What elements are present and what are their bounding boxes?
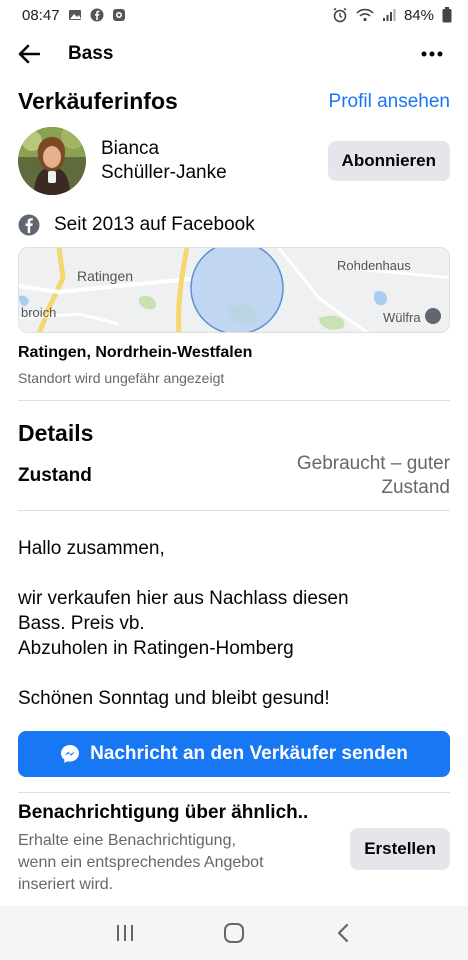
messenger-icon bbox=[112, 8, 126, 22]
recent-apps-button[interactable] bbox=[105, 913, 145, 953]
seller-avatar[interactable] bbox=[18, 127, 86, 195]
description-line: Schönen Sonntag und bleibt gesund! bbox=[18, 688, 330, 709]
chevron-left-icon bbox=[338, 923, 349, 943]
home-button[interactable] bbox=[214, 913, 254, 953]
map-label-wuelfrath: Wülfra bbox=[383, 310, 421, 325]
more-horizontal-icon bbox=[421, 51, 443, 57]
status-left: 08:47 bbox=[22, 7, 126, 24]
condition-value: Gebraucht – guter Zustand bbox=[250, 452, 450, 500]
facebook-icon bbox=[18, 214, 40, 236]
more-options-button[interactable] bbox=[414, 36, 450, 72]
notification-title: Benachrichtigung über ähnlich.. bbox=[18, 802, 309, 823]
details-title: Details bbox=[18, 420, 94, 446]
seller-section-header: Verkäuferinfos Profil ansehen bbox=[18, 88, 450, 115]
seller-last-name: Schüller-Janke bbox=[101, 162, 227, 183]
seller-section-title: Verkäuferinfos bbox=[18, 88, 178, 114]
map-label-ratingen: Ratingen bbox=[77, 268, 134, 284]
back-button[interactable] bbox=[18, 36, 54, 72]
view-profile-link[interactable]: Profil ansehen bbox=[329, 91, 450, 113]
divider bbox=[18, 792, 450, 793]
condition-value-line2: Zustand bbox=[381, 477, 450, 498]
battery-percent: 84% bbox=[403, 6, 434, 24]
status-time: 08:47 bbox=[22, 6, 60, 24]
notification-text-line: inseriert wird. bbox=[18, 876, 114, 893]
location-note: Standort wird ungefähr angezeigt bbox=[18, 370, 225, 386]
subscribe-button[interactable]: Abonnieren bbox=[327, 141, 450, 181]
arrow-left-icon bbox=[18, 44, 40, 64]
messenger-icon bbox=[61, 745, 80, 763]
seller-row: Bianca Schüller-Janke Abonnieren bbox=[18, 126, 450, 196]
gallery-icon bbox=[68, 8, 82, 22]
notification-text: Erhalte eine Benachrichtigung, wenn ein … bbox=[18, 830, 328, 896]
app-bar: Bass bbox=[0, 32, 468, 76]
create-alert-button[interactable]: Erstellen bbox=[350, 828, 450, 870]
description-line: wir verkaufen hier aus Nachlass diesen bbox=[18, 588, 349, 609]
facebook-icon bbox=[90, 8, 104, 22]
message-seller-label: Nachricht an den Verkäufer senden bbox=[90, 743, 408, 764]
condition-label: Zustand bbox=[18, 465, 92, 486]
divider bbox=[18, 510, 450, 511]
seller-name[interactable]: Bianca Schüller-Janke bbox=[101, 137, 328, 185]
condition-value-line1: Gebraucht – guter bbox=[296, 453, 450, 474]
condition-row: Zustand Gebraucht – guter Zustand bbox=[18, 452, 450, 500]
home-icon bbox=[223, 923, 244, 943]
status-right: 84% bbox=[332, 7, 452, 24]
seller-first-name: Bianca bbox=[101, 138, 160, 159]
alarm-icon bbox=[332, 7, 348, 23]
map-label-broich: broich bbox=[21, 305, 57, 320]
notification-text-line: wenn ein entsprechendes Angebot bbox=[18, 854, 264, 871]
description-line: Hallo zusammen, bbox=[18, 538, 165, 559]
back-nav-button[interactable] bbox=[323, 913, 363, 953]
wifi-icon bbox=[356, 8, 374, 22]
status-bar: 08:47 84% bbox=[0, 0, 468, 30]
recent-apps-icon bbox=[116, 925, 133, 941]
system-nav-bar bbox=[0, 906, 468, 960]
divider bbox=[18, 400, 450, 401]
signal-icon bbox=[382, 8, 396, 22]
facebook-since-row: Seit 2013 auf Facebook bbox=[18, 210, 450, 240]
facebook-since-text: Seit 2013 auf Facebook bbox=[54, 214, 255, 235]
description-line: Bass. Preis vb. bbox=[18, 613, 145, 634]
page-title: Bass bbox=[68, 43, 114, 64]
location-name: Ratingen, Nordrhein-Westfalen bbox=[18, 344, 253, 361]
notification-text-line: Erhalte eine Benachrichtigung, bbox=[18, 832, 236, 849]
message-seller-button[interactable]: Nachricht an den Verkäufer senden bbox=[18, 731, 450, 777]
listing-description: Hallo zusammen, wir verkaufen hier aus N… bbox=[18, 536, 450, 711]
battery-icon bbox=[442, 7, 452, 23]
description-line: Abzuholen in Ratingen-Homberg bbox=[18, 638, 294, 659]
location-map[interactable]: Ratingen Rohdenhaus broich Wülfra bbox=[18, 247, 450, 333]
map-label-rohdenhaus: Rohdenhaus bbox=[337, 258, 411, 273]
